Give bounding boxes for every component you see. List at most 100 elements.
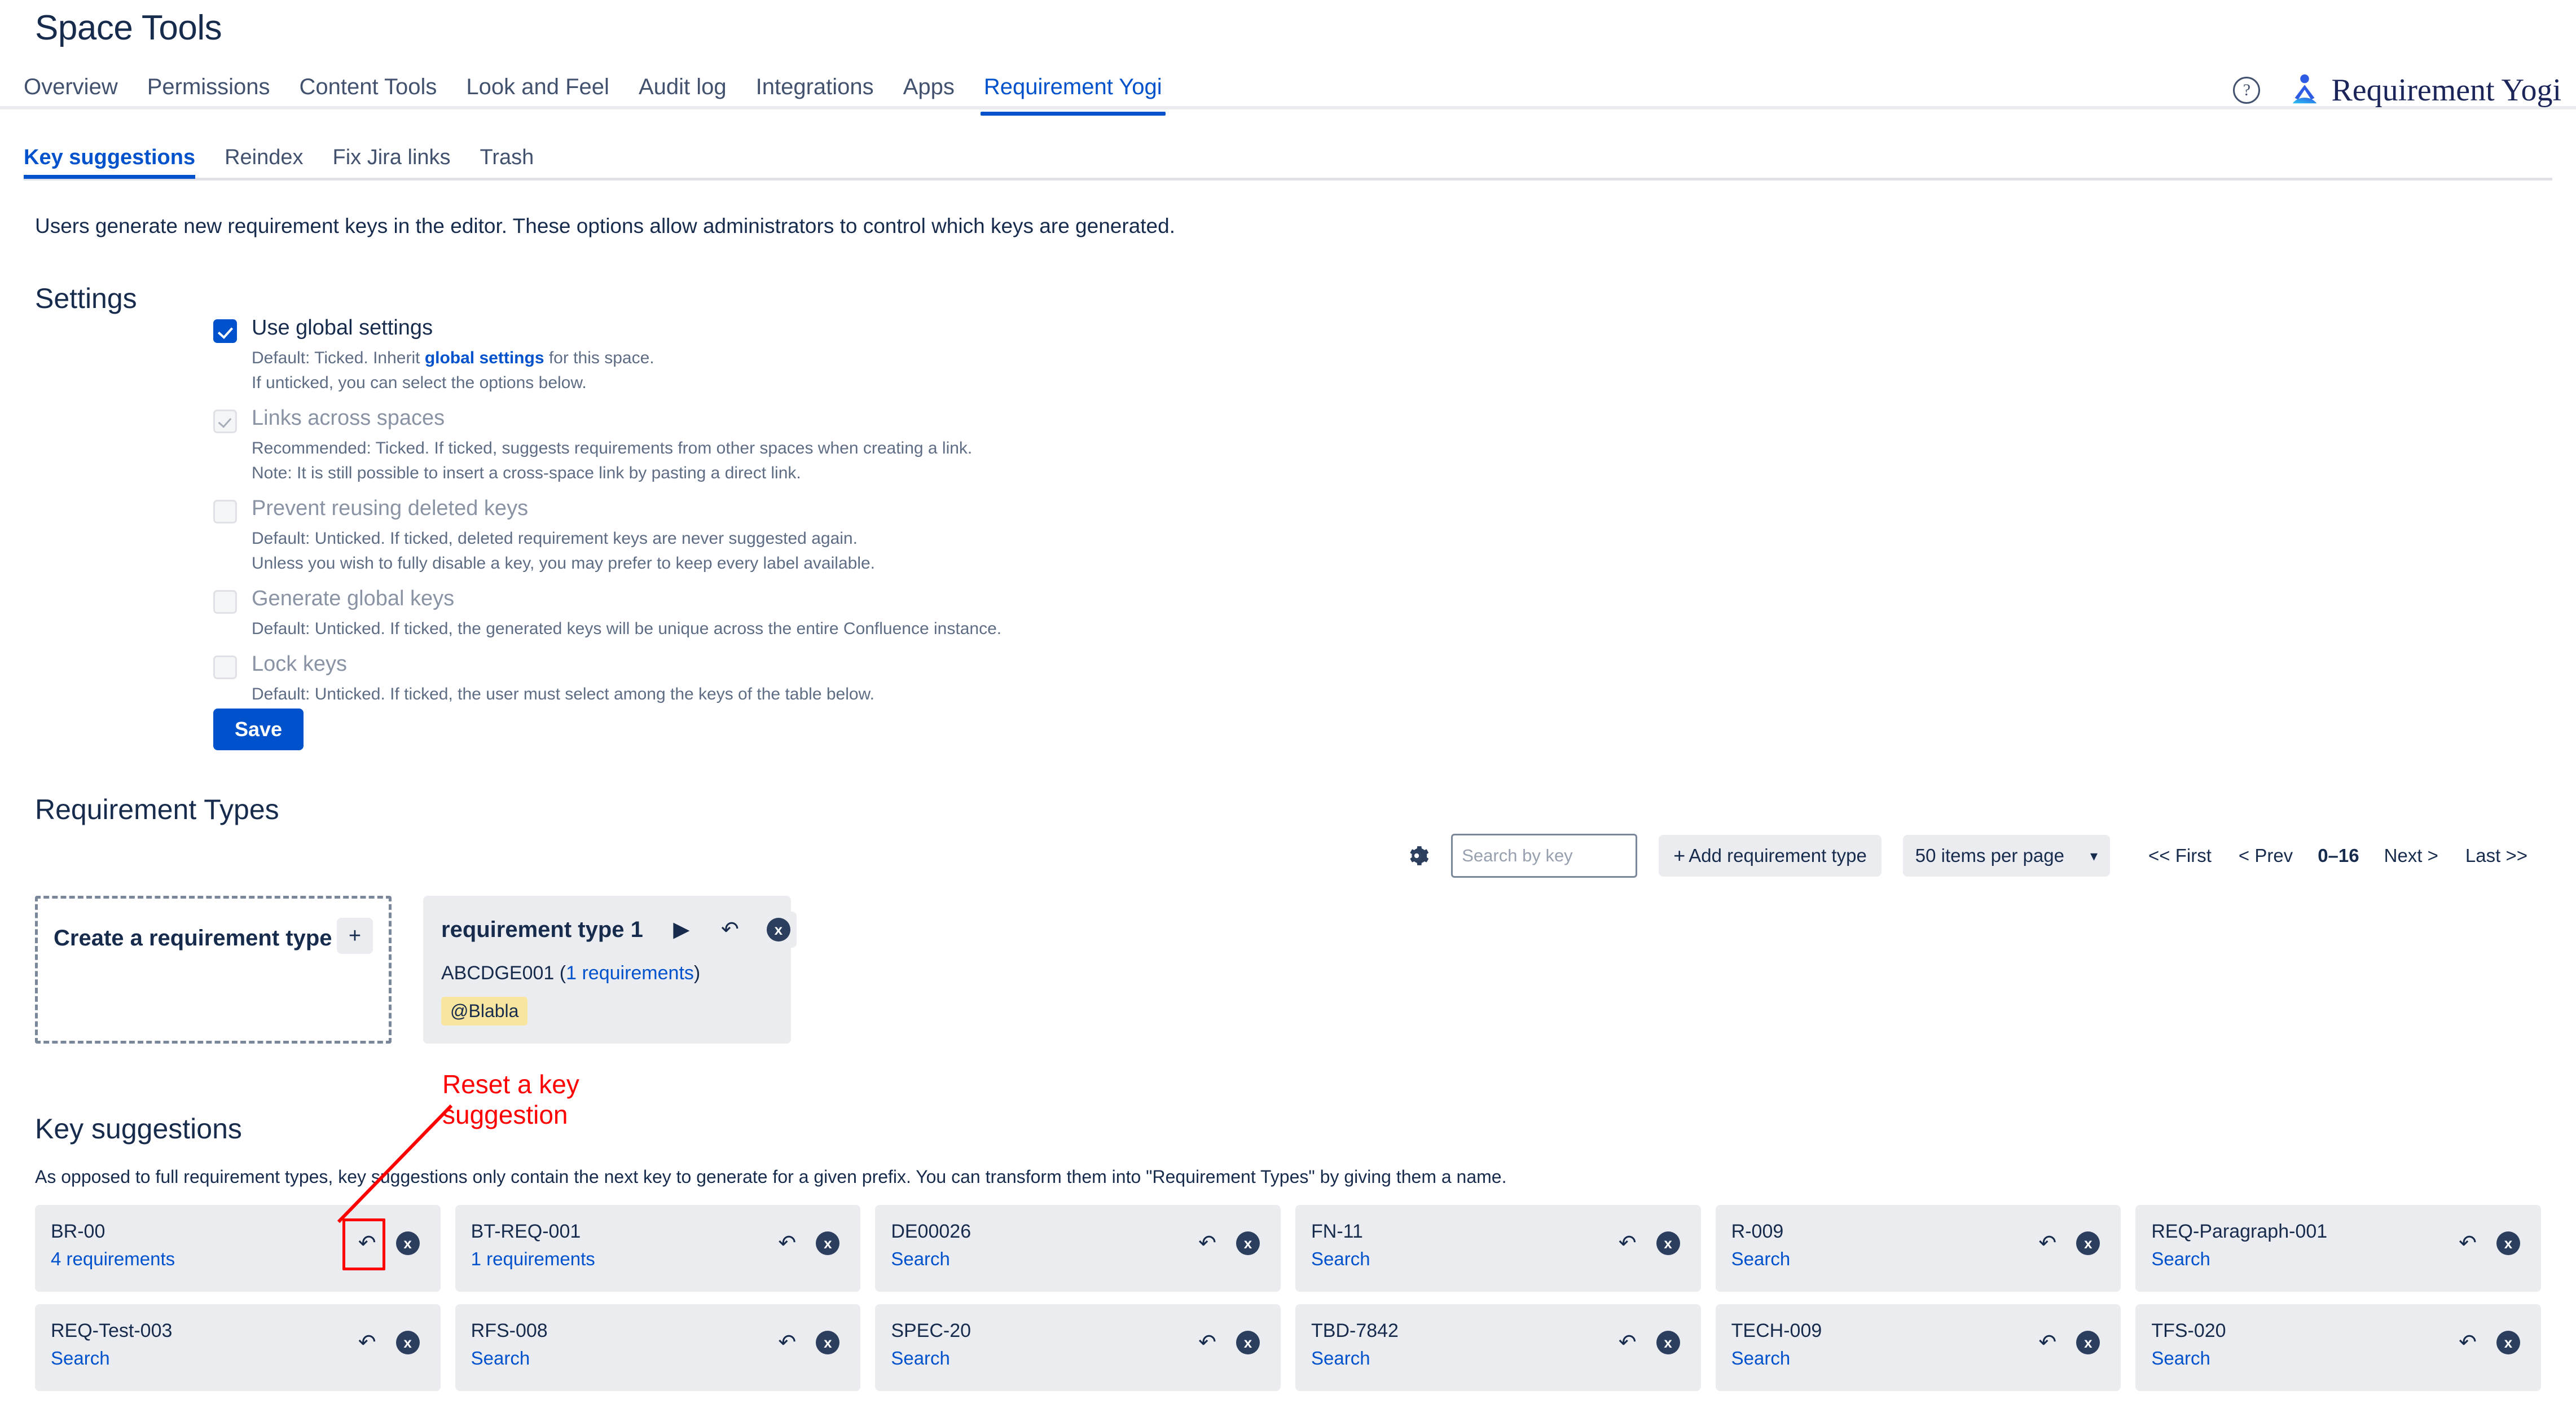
reset-key-suggestion-button[interactable]: ↶	[2030, 1323, 2065, 1362]
reset-key-suggestion-button[interactable]: ↶	[2030, 1224, 2065, 1262]
reset-key-suggestion-button[interactable]: ↶	[770, 1224, 805, 1262]
undo-icon: ↶	[2038, 1231, 2057, 1255]
key-suggestion-link[interactable]: Search	[2151, 1348, 2226, 1369]
key-suggestion-info: BR-00 4 requirements	[51, 1220, 175, 1270]
global-settings-link[interactable]: global settings	[425, 349, 544, 367]
key-suggestion-link[interactable]: 4 requirements	[51, 1248, 175, 1270]
delete-key-suggestion-button[interactable]: x	[2491, 1323, 2525, 1362]
key-suggestion-card: FN-11 Search ↶ x	[1295, 1205, 1701, 1292]
delete-key-suggestion-button[interactable]: x	[1231, 1224, 1265, 1262]
save-button[interactable]: Save	[213, 709, 304, 750]
pager-prev[interactable]: < Prev	[2225, 845, 2306, 866]
hint-text: Default: Ticked. Inherit	[252, 349, 425, 367]
delete-key-suggestion-button[interactable]: x	[2071, 1323, 2105, 1362]
pager-next[interactable]: Next >	[2371, 845, 2452, 866]
reset-key-suggestion-button[interactable]: ↶	[1610, 1224, 1645, 1262]
reset-key-suggestion-button[interactable]: ↶	[350, 1224, 384, 1262]
setting-hints: Default: Unticked. If ticked, the genera…	[252, 619, 1454, 639]
reset-key-suggestion-button[interactable]: ↶	[1190, 1224, 1224, 1262]
tab-key-suggestions[interactable]: Key suggestions	[24, 146, 210, 179]
pager-last[interactable]: Last >>	[2452, 845, 2541, 866]
delete-key-suggestion-button[interactable]: x	[1231, 1323, 1265, 1362]
gear-icon[interactable]	[1404, 843, 1430, 869]
delete-key-suggestion-button[interactable]: x	[811, 1323, 845, 1362]
pager-first[interactable]: << First	[2135, 845, 2225, 866]
key-suggestion-actions: ↶ x	[770, 1224, 845, 1262]
setting-hint: If unticked, you can select the options …	[252, 373, 1454, 393]
top-nav-item-audit-log[interactable]: Audit log	[624, 71, 741, 103]
search-input[interactable]	[1451, 834, 1638, 878]
setting-option: Lock keys Default: Unticked. If ticked, t…	[213, 652, 1454, 704]
key-suggestion-link[interactable]: Search	[471, 1348, 548, 1369]
requirement-count-link[interactable]: 1 requirements	[566, 962, 694, 984]
chevron-down-icon: ▾	[2090, 847, 2098, 864]
setting-hint: Default: Unticked. If ticked, deleted re…	[252, 529, 1454, 548]
reset-key-suggestion-button[interactable]: ↶	[2451, 1323, 2485, 1362]
key-suggestion-link[interactable]: Search	[1731, 1348, 1822, 1369]
delete-key-suggestion-button[interactable]: x	[811, 1224, 845, 1262]
top-nav-item-apps[interactable]: Apps	[889, 71, 969, 103]
reset-key-suggestion-button[interactable]: ↶	[2451, 1224, 2485, 1262]
create-requirement-type-add-button[interactable]: +	[337, 918, 373, 954]
key-suggestion-key: TBD-7842	[1311, 1320, 1399, 1341]
key-suggestion-link[interactable]: 1 requirements	[471, 1248, 595, 1270]
tab-trash[interactable]: Trash	[465, 146, 549, 179]
key-suggestion-link[interactable]: Search	[891, 1348, 971, 1369]
delete-key-suggestion-button[interactable]: x	[390, 1224, 425, 1262]
top-nav-item-look-and-feel[interactable]: Look and Feel	[451, 71, 624, 103]
key-suggestion-info: FN-11 Search	[1311, 1220, 1370, 1270]
key-suggestion-key: BR-00	[51, 1221, 105, 1242]
top-nav-item-requirement-yogi[interactable]: Requirement Yogi	[969, 71, 1177, 116]
delete-key-suggestion-button[interactable]: x	[390, 1323, 425, 1362]
close-icon: x	[1236, 1231, 1260, 1255]
key-suggestion-key: REQ-Paragraph-001	[2151, 1221, 2328, 1242]
reset-key-suggestion-button[interactable]: ↶	[770, 1323, 805, 1362]
hint-text: Note: It is still possible to insert a c…	[252, 464, 801, 482]
top-nav-item-overview[interactable]: Overview	[9, 71, 133, 103]
setting-option: Prevent reusing deleted keys Default: Unt…	[213, 496, 1454, 573]
checkbox-lock-keys	[213, 655, 237, 679]
reset-key-suggestion-button[interactable]: ↶	[1190, 1323, 1224, 1362]
tab-reindex[interactable]: Reindex	[210, 146, 318, 179]
undo-icon: ↶	[1198, 1231, 1216, 1255]
create-requirement-type-card[interactable]: Create a requirement type +	[35, 896, 392, 1044]
play-button[interactable]: ▶	[663, 912, 700, 948]
delete-key-suggestion-button[interactable]: x	[1651, 1323, 1685, 1362]
top-nav-item-permissions[interactable]: Permissions	[133, 71, 285, 103]
help-circle-icon[interactable]: ?	[2233, 77, 2261, 104]
key-suggestion-actions: ↶ x	[350, 1323, 425, 1362]
hint-text-suffix: for this space.	[544, 349, 654, 367]
setting-label: Generate global keys	[252, 587, 455, 610]
undo-button[interactable]: ↶	[711, 912, 748, 948]
add-requirement-type-button[interactable]: + Add requirement type	[1659, 835, 1882, 877]
setting-hint: Unless you wish to fully disable a key, …	[252, 554, 1454, 573]
top-nav-item-integrations[interactable]: Integrations	[741, 71, 889, 103]
key-suggestion-info: TFS-020 Search	[2151, 1319, 2226, 1369]
reset-key-suggestion-button[interactable]: ↶	[350, 1323, 384, 1362]
reset-key-suggestion-button[interactable]: ↶	[1610, 1323, 1645, 1362]
hint-text: Recommended: Ticked. If ticked, suggests…	[252, 439, 973, 457]
undo-icon: ↶	[778, 1331, 797, 1354]
key-suggestion-link[interactable]: Search	[1311, 1248, 1370, 1270]
delete-key-suggestion-button[interactable]: x	[1651, 1224, 1685, 1262]
setting-hint: Default: Unticked. If ticked, the genera…	[252, 619, 1454, 639]
page-size-select[interactable]: 50 items per page ▾	[1902, 835, 2111, 877]
checkbox-use-global-settings[interactable]	[213, 319, 237, 343]
key-suggestion-info: SPEC-20 Search	[891, 1319, 971, 1369]
add-requirement-type-label: Add requirement type	[1689, 845, 1867, 866]
key-suggestion-link[interactable]: Search	[1731, 1248, 1791, 1270]
requirement-types-heading: Requirement Types	[35, 794, 279, 825]
key-suggestion-link[interactable]: Search	[1311, 1348, 1399, 1369]
top-nav-item-content-tools[interactable]: Content Tools	[285, 71, 452, 103]
undo-icon: ↶	[358, 1231, 376, 1255]
key-suggestion-key: SPEC-20	[891, 1320, 972, 1341]
key-suggestion-link[interactable]: Search	[51, 1348, 172, 1369]
tab-fix-jira-links[interactable]: Fix Jira links	[318, 146, 465, 179]
delete-key-suggestion-button[interactable]: x	[2071, 1224, 2105, 1262]
delete-button[interactable]: x	[760, 912, 797, 948]
checkbox-links-across-spaces	[213, 410, 237, 433]
key-suggestion-info: TBD-7842 Search	[1311, 1319, 1399, 1369]
key-suggestion-link[interactable]: Search	[891, 1248, 971, 1270]
key-suggestion-link[interactable]: Search	[2151, 1248, 2327, 1270]
delete-key-suggestion-button[interactable]: x	[2491, 1224, 2525, 1262]
